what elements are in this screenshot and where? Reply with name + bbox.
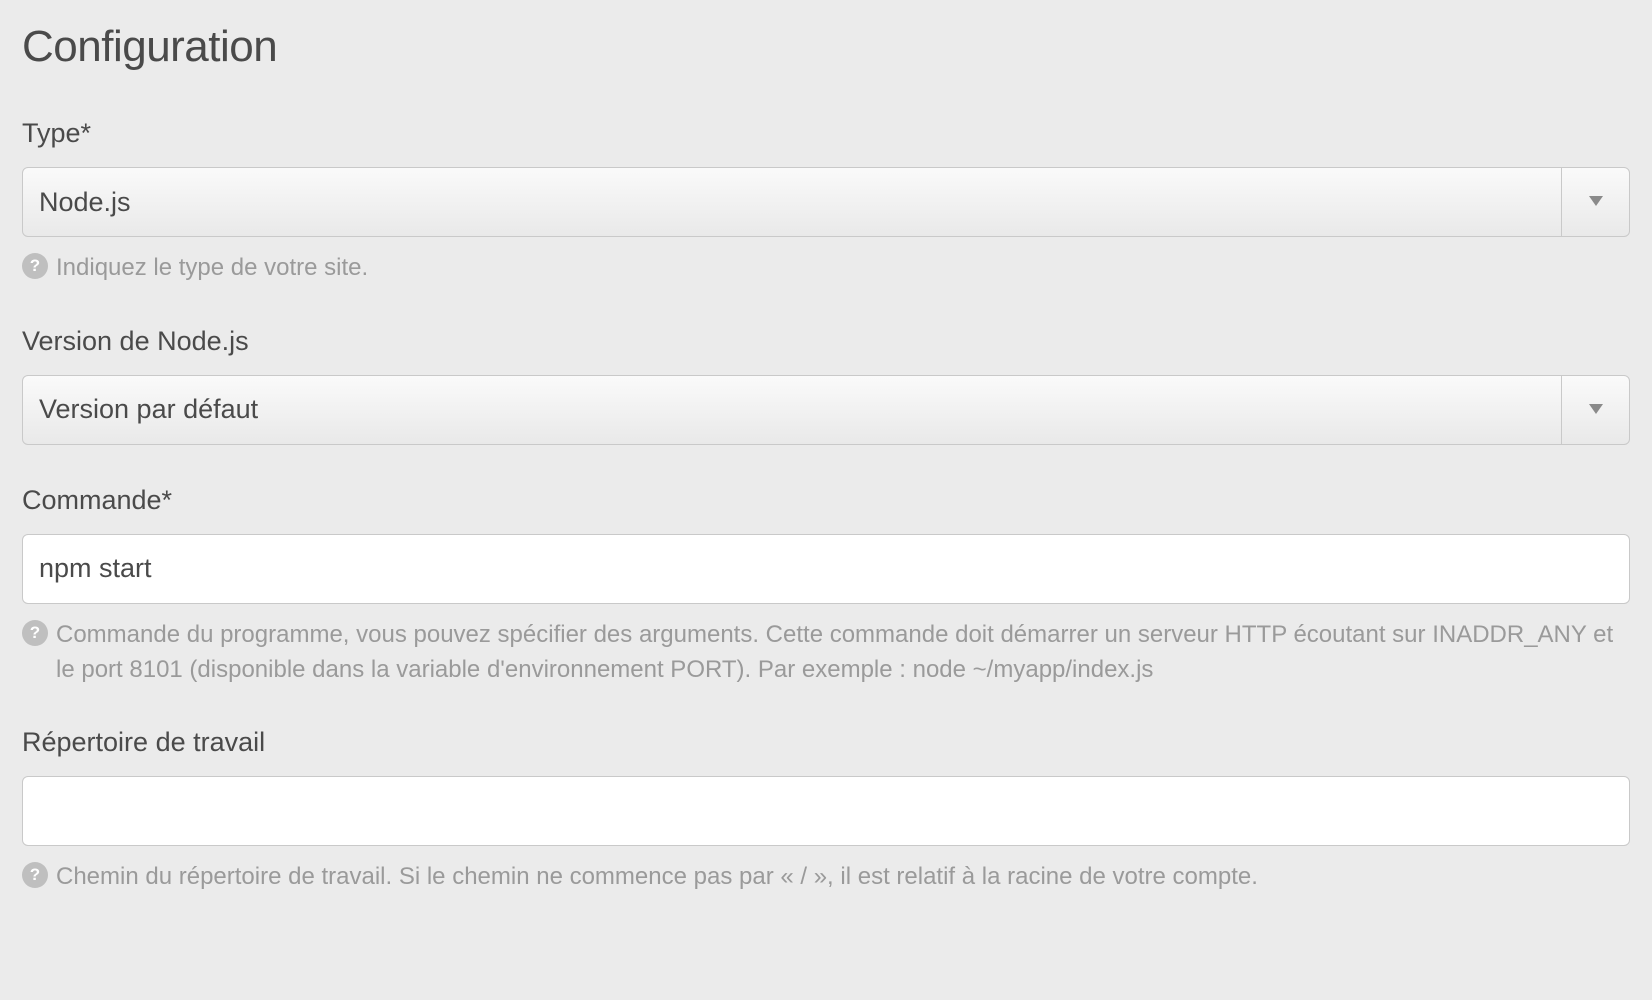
- help-icon: ?: [22, 253, 48, 279]
- chevron-down-icon: [1589, 401, 1603, 419]
- page-title: Configuration: [22, 22, 1630, 72]
- type-select-value[interactable]: Node.js: [23, 168, 1561, 236]
- node-version-select[interactable]: Version par défaut: [22, 375, 1630, 445]
- type-select[interactable]: Node.js: [22, 167, 1630, 237]
- type-label: Type*: [22, 118, 1630, 149]
- node-version-select-value[interactable]: Version par défaut: [23, 376, 1561, 444]
- help-icon: ?: [22, 862, 48, 888]
- workdir-input[interactable]: [22, 776, 1630, 846]
- field-group-workdir: Répertoire de travail ? Chemin du répert…: [22, 727, 1630, 895]
- workdir-help-text: Chemin du répertoire de travail. Si le c…: [56, 860, 1258, 895]
- command-label: Commande*: [22, 485, 1630, 516]
- chevron-down-icon: [1589, 193, 1603, 211]
- node-version-label: Version de Node.js: [22, 326, 1630, 357]
- field-group-node-version: Version de Node.js Version par défaut: [22, 326, 1630, 445]
- type-help-row: ? Indiquez le type de votre site.: [22, 251, 1630, 286]
- command-input[interactable]: [22, 534, 1630, 604]
- node-version-select-caret[interactable]: [1561, 376, 1629, 444]
- command-help-text: Commande du programme, vous pouvez spéci…: [56, 618, 1630, 688]
- field-group-type: Type* Node.js ? Indiquez le type de votr…: [22, 118, 1630, 286]
- command-help-row: ? Commande du programme, vous pouvez spé…: [22, 618, 1630, 688]
- workdir-label: Répertoire de travail: [22, 727, 1630, 758]
- help-icon: ?: [22, 620, 48, 646]
- type-select-caret[interactable]: [1561, 168, 1629, 236]
- type-help-text: Indiquez le type de votre site.: [56, 251, 368, 286]
- workdir-help-row: ? Chemin du répertoire de travail. Si le…: [22, 860, 1630, 895]
- field-group-command: Commande* ? Commande du programme, vous …: [22, 485, 1630, 688]
